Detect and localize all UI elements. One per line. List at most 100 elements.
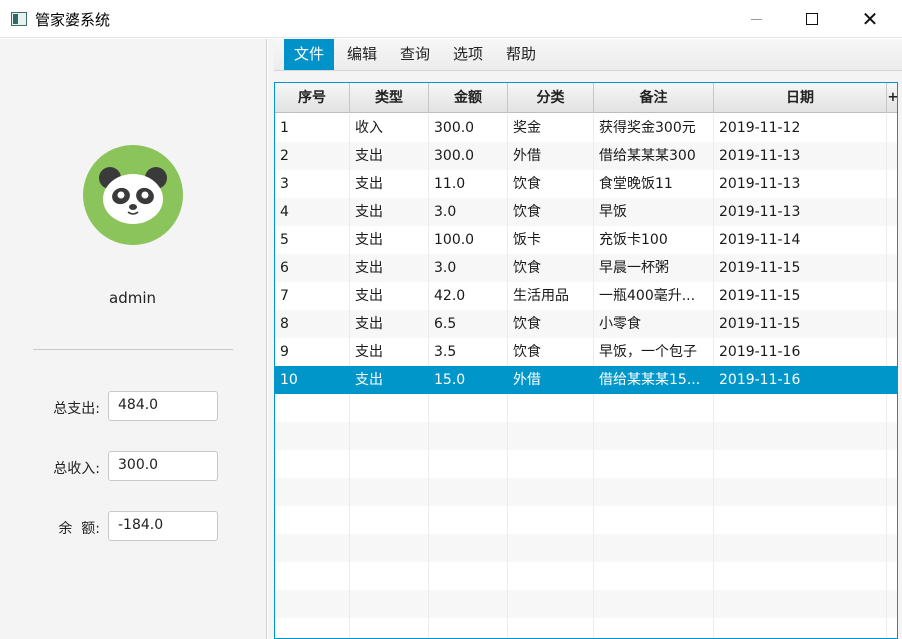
cell-date: 2019-11-13 (714, 198, 887, 226)
column-header-type[interactable]: 类型 (350, 83, 429, 113)
empty-cell (350, 394, 429, 422)
empty-cell (594, 590, 714, 618)
minimize-button[interactable] (733, 0, 779, 38)
empty-cell (350, 450, 429, 478)
cell-amount: 3.5 (429, 338, 508, 366)
table-row[interactable]: 2 支出 300.0 外借 借给某某某300 2019-11-13 (275, 142, 897, 170)
table-row[interactable]: 10 支出 15.0 外借 借给某某某15... 2019-11-16 (275, 366, 897, 394)
maximize-button[interactable] (789, 0, 835, 38)
empty-cell (429, 422, 508, 450)
empty-cell (714, 590, 887, 618)
cell-category: 饭卡 (508, 226, 594, 254)
cell-date: 2019-11-14 (714, 226, 887, 254)
sidebar: admin 总支出: 484.0 总收入: 300.0 余 额: -184.0 (0, 39, 267, 639)
cell-filler (887, 338, 897, 366)
cell-index: 3 (275, 170, 350, 198)
cell-amount: 6.5 (429, 310, 508, 338)
cell-filler (887, 142, 897, 170)
table-row[interactable]: 6 支出 3.0 饮食 早晨一杯粥 2019-11-15 (275, 254, 897, 282)
cell-amount: 3.0 (429, 254, 508, 282)
column-header-note[interactable]: 备注 (594, 83, 714, 113)
table-row[interactable]: 9 支出 3.5 饮食 早饭，一个包子 2019-11-16 (275, 338, 897, 366)
cell-note: 食堂晚饭11 (594, 170, 714, 198)
cell-type: 支出 (350, 366, 429, 394)
column-menu-button[interactable]: + (887, 83, 897, 113)
empty-cell (429, 450, 508, 478)
empty-cell (275, 478, 350, 506)
table-row[interactable]: 7 支出 42.0 生活用品 一瓶400毫升... 2019-11-15 (275, 282, 897, 310)
cell-category: 生活用品 (508, 282, 594, 310)
total-expense-label: 总支出: (53, 401, 100, 417)
menu-options[interactable]: 选项 (443, 39, 493, 70)
username: admin (109, 289, 156, 307)
cell-category: 外借 (508, 142, 594, 170)
table-row[interactable]: 1 收入 300.0 奖金 获得奖金300元 2019-11-12 (275, 114, 897, 142)
empty-cell (350, 506, 429, 534)
empty-row (275, 394, 897, 422)
empty-cell (275, 506, 350, 534)
empty-cell (429, 506, 508, 534)
cell-date: 2019-11-13 (714, 142, 887, 170)
empty-cell (508, 450, 594, 478)
cell-note: 充饭卡100 (594, 226, 714, 254)
empty-cell (429, 534, 508, 562)
cell-index: 10 (275, 366, 350, 394)
menu-bar: 文件 编辑 查询 选项 帮助 (274, 39, 902, 71)
empty-row (275, 562, 897, 590)
column-header-date[interactable]: 日期 (714, 83, 887, 113)
empty-cell (594, 394, 714, 422)
close-button[interactable]: ✕ (847, 0, 893, 38)
table-row[interactable]: 8 支出 6.5 饮食 小零食 2019-11-15 (275, 310, 897, 338)
balance-field[interactable]: -184.0 (108, 511, 218, 541)
empty-cell (594, 422, 714, 450)
cell-date: 2019-11-16 (714, 338, 887, 366)
cell-date: 2019-11-15 (714, 254, 887, 282)
menu-file[interactable]: 文件 (284, 39, 335, 70)
cell-date: 2019-11-12 (714, 114, 887, 142)
empty-cell (714, 450, 887, 478)
cell-date: 2019-11-15 (714, 282, 887, 310)
cell-note: 借给某某某300 (594, 142, 714, 170)
cell-type: 支出 (350, 254, 429, 282)
menu-help[interactable]: 帮助 (496, 39, 546, 70)
empty-row (275, 450, 897, 478)
empty-cell (594, 506, 714, 534)
empty-cell (508, 478, 594, 506)
cell-index: 9 (275, 338, 350, 366)
empty-cell (508, 394, 594, 422)
maximize-icon (806, 13, 818, 25)
cell-filler (887, 114, 897, 142)
total-expense-field[interactable]: 484.0 (108, 391, 218, 421)
empty-row (275, 534, 897, 562)
empty-cell (594, 534, 714, 562)
table-row[interactable]: 5 支出 100.0 饭卡 充饭卡100 2019-11-14 (275, 226, 897, 254)
column-header-amount[interactable]: 金额 (429, 83, 508, 113)
close-icon: ✕ (861, 7, 879, 31)
empty-cell (508, 618, 594, 638)
cell-note: 一瓶400毫升... (594, 282, 714, 310)
column-header-category[interactable]: 分类 (508, 83, 594, 113)
empty-cell (508, 422, 594, 450)
empty-row (275, 506, 897, 534)
table-row[interactable]: 4 支出 3.0 饮食 早饭 2019-11-13 (275, 198, 897, 226)
menu-query[interactable]: 查询 (390, 39, 440, 70)
cell-type: 支出 (350, 198, 429, 226)
cell-filler (887, 310, 897, 338)
empty-row (275, 618, 897, 638)
empty-cell (429, 478, 508, 506)
column-header-index[interactable]: 序号 (275, 83, 350, 113)
total-income-field[interactable]: 300.0 (108, 451, 218, 481)
minimize-icon (750, 18, 762, 20)
table-row[interactable]: 3 支出 11.0 饮食 食堂晚饭11 2019-11-13 (275, 170, 897, 198)
empty-cell (429, 618, 508, 638)
balance-label: 余 额: (58, 521, 100, 537)
cell-date: 2019-11-16 (714, 366, 887, 394)
menu-edit[interactable]: 编辑 (337, 39, 387, 70)
cell-filler (887, 170, 897, 198)
empty-cell (275, 562, 350, 590)
cell-type: 支出 (350, 226, 429, 254)
panda-icon (83, 145, 183, 245)
empty-cell (508, 590, 594, 618)
cell-type: 支出 (350, 282, 429, 310)
cell-note: 借给某某某15... (594, 366, 714, 394)
